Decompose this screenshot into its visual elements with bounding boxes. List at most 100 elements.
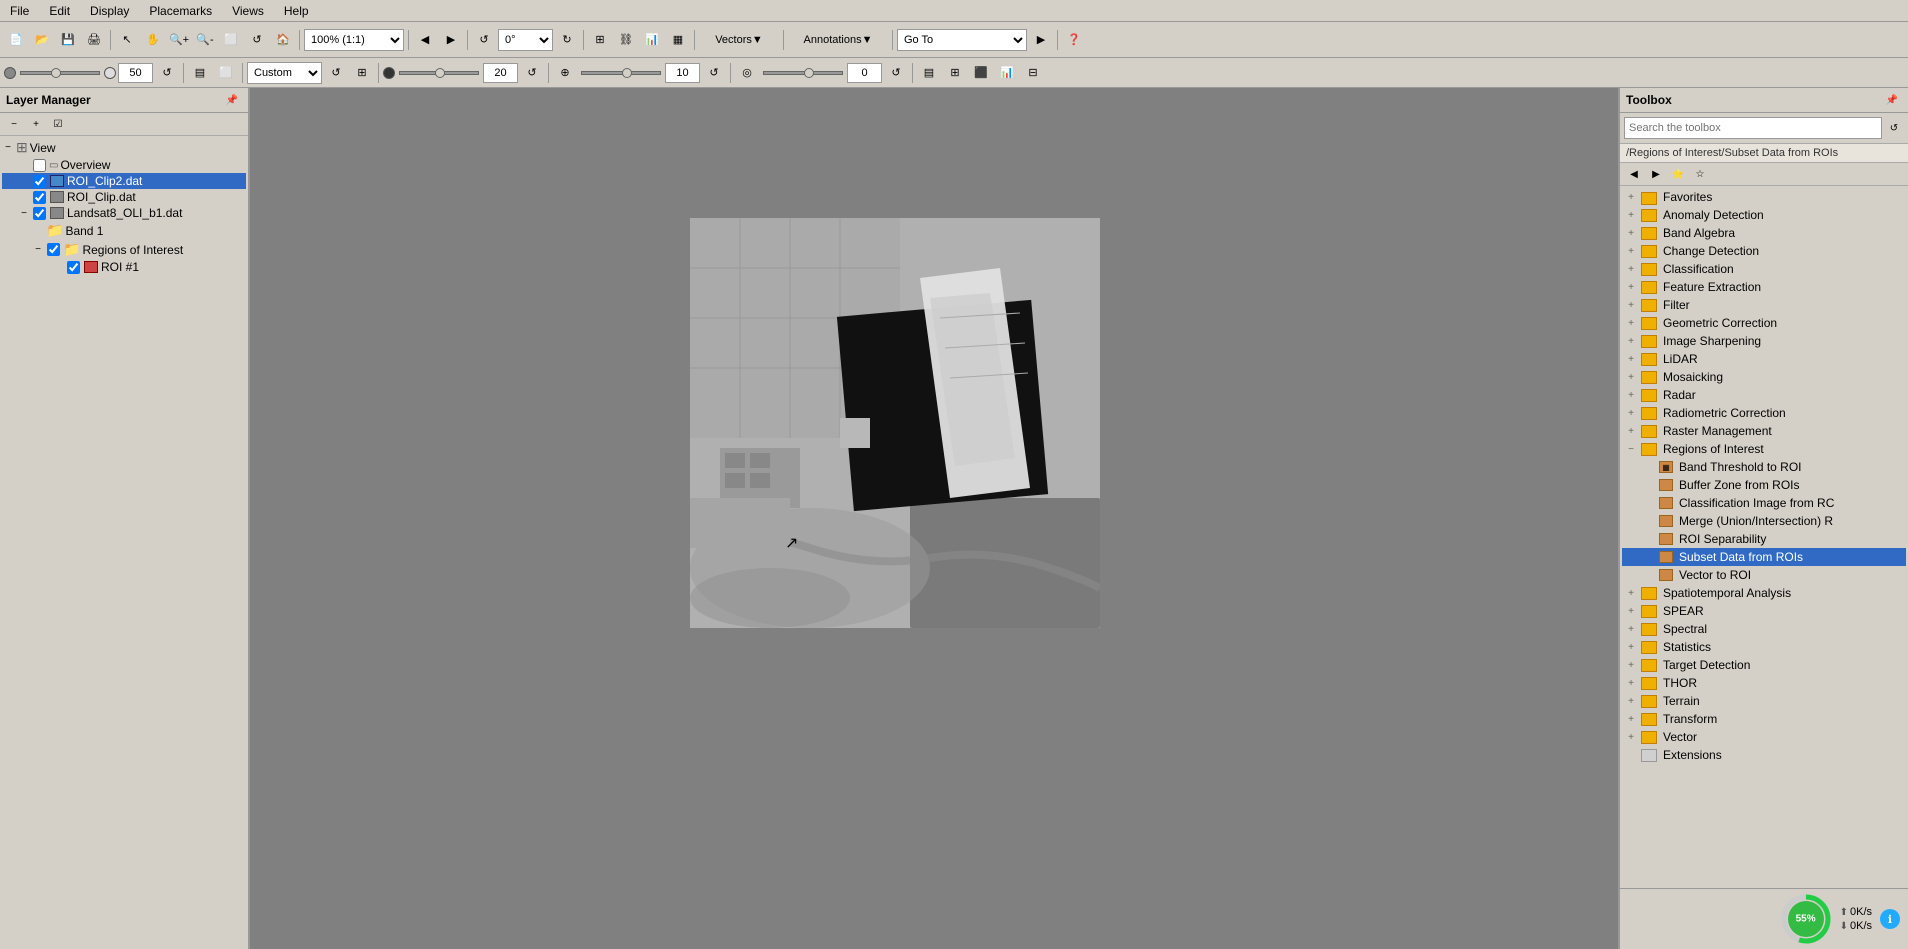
help-btn[interactable]: ❓ [1062,28,1086,52]
toolbox-item-vector[interactable]: + Vector [1622,728,1906,746]
toolbox-item-statistics[interactable]: + Statistics [1622,638,1906,656]
lm-collapse-btn[interactable]: − [4,115,24,133]
more-btn3[interactable]: ⬛ [969,61,993,85]
layer-btn[interactable]: ⊞ [588,28,612,52]
toolbox-item-band-threshold[interactable]: + ▦ Band Threshold to ROI [1622,458,1906,476]
annotations-btn[interactable]: Annotations ▼ [788,28,888,52]
roi-clip2-check[interactable] [33,175,46,188]
toolbox-star2-btn[interactable]: ☆ [1690,165,1710,183]
menu-help[interactable]: Help [278,2,315,20]
roi-group-check[interactable] [47,243,60,256]
toolbox-item-geometric-correction[interactable]: + Geometric Correction [1622,314,1906,332]
reset-btn2[interactable]: ↺ [520,61,544,85]
toolbox-item-extensions[interactable]: + Extensions [1622,746,1906,764]
toolbox-item-image-sharpening[interactable]: + Image Sharpening [1622,332,1906,350]
info-btn[interactable]: ℹ [1880,909,1900,929]
transparency-thumb[interactable] [804,68,814,78]
more-btn1[interactable]: ▤ [917,61,941,85]
prev-btn[interactable]: ◀ [413,28,437,52]
overview-check[interactable] [33,159,46,172]
more-btn2[interactable]: ⊞ [943,61,967,85]
zoom-value[interactable] [665,63,700,83]
menu-edit[interactable]: Edit [43,2,76,20]
reset-btn1[interactable]: ↺ [155,61,179,85]
goto-select[interactable]: Go To [897,29,1027,51]
toolbox-item-feature-extraction[interactable]: + Feature Extraction [1622,278,1906,296]
vectors-btn[interactable]: Vectors ▼ [699,28,779,52]
menu-display[interactable]: Display [84,2,135,20]
tree-item-roi-clip[interactable]: + ROI_Clip.dat [2,189,246,205]
transparency-value[interactable] [847,63,882,83]
view-expand[interactable]: − [2,142,14,154]
goto-go-btn[interactable]: ▶ [1029,28,1053,52]
rotation-select[interactable]: 0° [498,29,553,51]
brightness-slider[interactable] [20,71,100,75]
lm-expand-btn[interactable]: + [26,115,46,133]
lm-pin-btn[interactable]: 📌 [222,91,242,109]
linear-btn[interactable]: ⬜ [214,61,238,85]
toolbox-item-vector-to-roi[interactable]: + Vector to ROI [1622,566,1906,584]
toolbox-back-btn[interactable]: ◀ [1624,165,1644,183]
menu-file[interactable]: File [4,2,35,20]
toolbox-item-radar[interactable]: + Radar [1622,386,1906,404]
menu-views[interactable]: Views [226,2,270,20]
tree-item-landsat8[interactable]: − Landsat8_OLI_b1.dat [2,205,246,221]
save-btn[interactable]: 💾 [56,28,80,52]
reset-btn4[interactable]: ↺ [884,61,908,85]
zoom-select[interactable]: 100% (1:1) [304,29,404,51]
toolbox-item-subset-data[interactable]: + Subset Data from ROIs [1622,548,1906,566]
transparency-btn[interactable]: ◎ [735,61,759,85]
zoom-home-btn[interactable]: 🏠 [271,28,295,52]
print-btn[interactable]: 🖨 [82,28,106,52]
toolbox-item-merge-union[interactable]: + Merge (Union/Intersection) R [1622,512,1906,530]
apply-stretch-btn[interactable]: ↺ [324,61,348,85]
toolbox-item-thor[interactable]: + THOR [1622,674,1906,692]
toolbox-item-buffer-zone[interactable]: + Buffer Zone from ROIs [1622,476,1906,494]
landsat8-expand[interactable]: − [18,207,30,219]
open-btn[interactable]: 📂 [30,28,54,52]
rot-ccw-btn[interactable]: ↺ [472,28,496,52]
toolbox-search-refresh[interactable]: ↺ [1884,119,1904,137]
brightness-value[interactable] [118,63,153,83]
tree-item-band1[interactable]: + 📁 Band 1 [2,221,246,240]
contrast-value[interactable] [483,63,518,83]
zoom-slider[interactable] [581,71,661,75]
zoom-in-btn[interactable]: 🔍+ [167,28,191,52]
tree-item-roi1[interactable]: + ROI #1 [2,259,246,275]
stretch-btn[interactable]: ▤ [188,61,212,85]
toolbox-item-spatiotemporal[interactable]: + Spatiotemporal Analysis [1622,584,1906,602]
toolbox-item-classification-image[interactable]: + Classification Image from RC [1622,494,1906,512]
landsat8-check[interactable] [33,207,46,220]
toolbox-item-target-detection[interactable]: + Target Detection [1622,656,1906,674]
toolbox-item-favorites[interactable]: + Favorites [1622,188,1906,206]
toolbox-item-band-algebra[interactable]: + Band Algebra [1622,224,1906,242]
toolbox-star-btn[interactable]: ⭐ [1668,165,1688,183]
auto-stretch-btn[interactable]: ⊞ [350,61,374,85]
canvas-area[interactable]: ↗ [250,88,1618,949]
toolbox-forward-btn[interactable]: ▶ [1646,165,1666,183]
roi1-check[interactable] [67,261,80,274]
roi-group-expand[interactable]: − [32,244,44,256]
toolbox-item-mosaicking[interactable]: + Mosaicking [1622,368,1906,386]
zoom-rect-btn[interactable]: ⬜ [219,28,243,52]
tree-item-view[interactable]: − ⊞ View [2,138,246,157]
tree-item-roi-clip2[interactable]: + ROI_Clip2.dat [2,173,246,189]
menu-placemarks[interactable]: Placemarks [143,2,218,20]
pan-btn[interactable]: ✋ [141,28,165,52]
tree-item-roi-group[interactable]: − 📁 Regions of Interest [2,240,246,259]
stretch-select[interactable]: Custom [247,62,322,84]
reset-btn3[interactable]: ↺ [702,61,726,85]
band-btn[interactable]: ▦ [666,28,690,52]
toolbox-item-spectral[interactable]: + Spectral [1622,620,1906,638]
zoom2-btn[interactable]: ⊕ [553,61,577,85]
toolbox-search-input[interactable] [1624,117,1882,139]
toolbox-item-radiometric-correction[interactable]: + Radiometric Correction [1622,404,1906,422]
next-btn[interactable]: ▶ [439,28,463,52]
circle-btn1[interactable] [4,67,16,79]
circle-btn2[interactable] [104,67,116,79]
chain-btn[interactable]: ⛓ [614,28,638,52]
rot-cw-btn[interactable]: ↻ [555,28,579,52]
toolbox-item-lidar[interactable]: + LiDAR [1622,350,1906,368]
toolbox-item-change-detection[interactable]: + Change Detection [1622,242,1906,260]
toolbox-item-filter[interactable]: + Filter [1622,296,1906,314]
